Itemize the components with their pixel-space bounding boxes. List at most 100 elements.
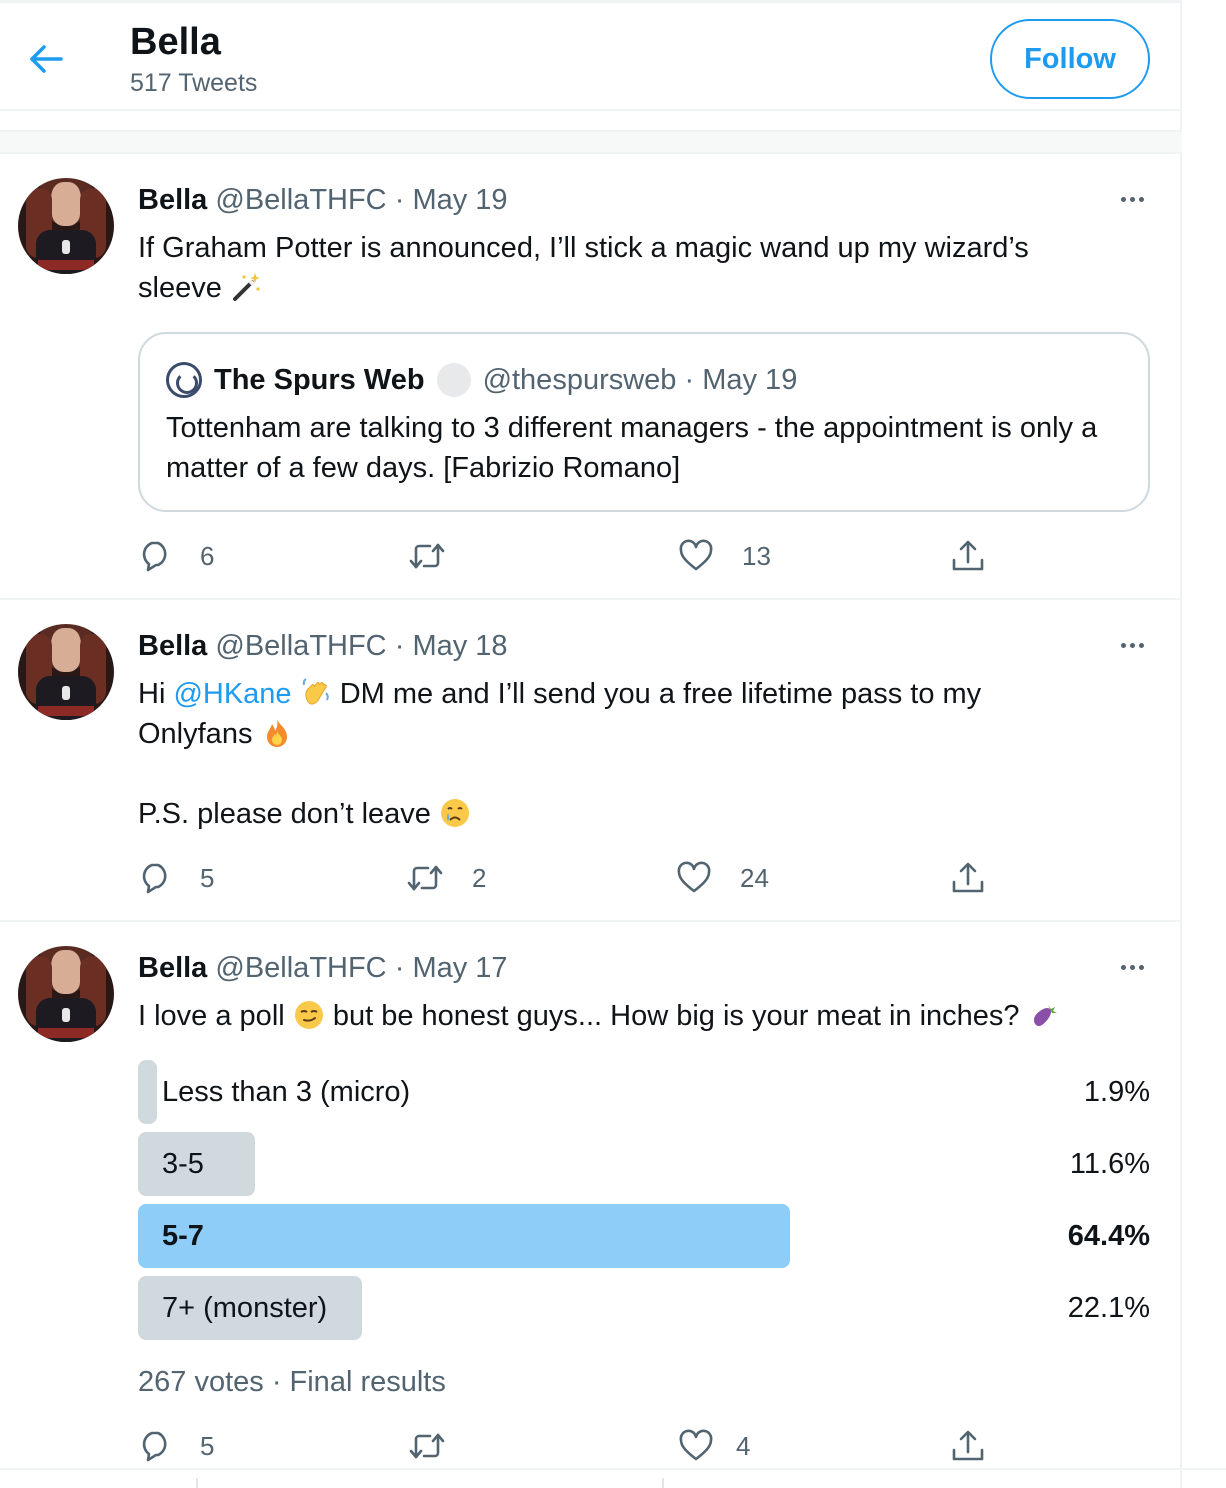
tweet-text-part: Onlyfans xyxy=(138,718,253,750)
tweet-header: Bella @BellaTHFC · May 18 xyxy=(138,630,508,663)
heart-icon xyxy=(677,861,711,893)
poll-option-percent: 11.6% xyxy=(1069,1148,1150,1180)
tweet-count: 517 Tweets xyxy=(130,69,258,97)
share-button[interactable] xyxy=(950,856,986,900)
follow-button[interactable]: Follow xyxy=(990,19,1150,99)
tweet-handle[interactable]: @BellaTHFC xyxy=(215,630,386,662)
poll-footer: 267 votes · Final results xyxy=(138,1366,446,1398)
poll-option-label: 7+ (monster) xyxy=(162,1292,328,1324)
eggplant-emoji xyxy=(1028,999,1060,1031)
like-button[interactable]: 24 xyxy=(676,856,769,900)
tweet-text: I love a poll but be honest guys... How … xyxy=(138,996,1148,1036)
reply-button[interactable]: 6 xyxy=(138,534,214,578)
dot-icon xyxy=(1120,196,1126,202)
more-options-button[interactable] xyxy=(1112,630,1152,660)
heart-icon xyxy=(679,1429,713,1461)
reply-button[interactable]: 5 xyxy=(138,856,214,900)
tweet-header: Bella @BellaTHFC · May 19 xyxy=(138,184,508,217)
divider-tick xyxy=(662,1478,664,1488)
crying-face-emoji xyxy=(439,797,471,829)
tweet-actions: 6 13 xyxy=(0,534,1182,578)
dot-icon xyxy=(1138,196,1144,202)
tweet-text-part: but be honest guys... How big is your me… xyxy=(332,1000,1020,1032)
share-icon xyxy=(952,540,984,571)
poll-option-percent: 1.9% xyxy=(1083,1076,1150,1108)
reply-count: 5 xyxy=(200,862,215,893)
magic-wand-emoji xyxy=(230,271,262,303)
retweet-icon xyxy=(409,1433,445,1459)
tweet[interactable]: Bella @BellaTHFC · May 17 I love a poll … xyxy=(0,922,1182,1468)
like-button[interactable]: 13 xyxy=(678,534,771,578)
share-button[interactable] xyxy=(950,534,986,578)
more-options-button[interactable] xyxy=(1112,184,1152,214)
separator-dot: · xyxy=(394,952,405,984)
tweet-date[interactable]: May 19 xyxy=(412,184,507,216)
dot-icon xyxy=(1129,642,1135,648)
tweet-date[interactable]: May 18 xyxy=(412,630,507,662)
retweet-button[interactable] xyxy=(408,1424,474,1468)
dot-icon xyxy=(1129,196,1135,202)
poll-option-label: 3-5 xyxy=(162,1148,204,1180)
tweet-text-part: Hi xyxy=(138,678,166,710)
more-options-button[interactable] xyxy=(1112,952,1152,982)
poll-option-winner: 5-7 64.4% xyxy=(138,1204,1150,1268)
tweet-header: Bella @BellaTHFC · May 17 xyxy=(138,952,508,985)
poll-option-percent: 22.1% xyxy=(1067,1292,1150,1324)
poll-option: 3-5 11.6% xyxy=(138,1132,1150,1196)
heart-icon xyxy=(679,539,713,571)
reply-count: 6 xyxy=(200,540,215,571)
arrow-left-icon xyxy=(30,45,63,73)
reply-count: 5 xyxy=(200,1430,215,1461)
tweet-text-part: I love a poll xyxy=(138,1000,285,1032)
poll-option-label: Less than 3 (micro) xyxy=(162,1076,411,1108)
dot-icon xyxy=(1138,964,1144,970)
verified-badge-icon xyxy=(436,363,471,397)
reply-button[interactable]: 5 xyxy=(138,1424,214,1468)
tweet-display-name[interactable]: Bella xyxy=(138,952,207,984)
quoted-tweet[interactable]: The Spurs Web @thespursweb · May 19 Tott… xyxy=(138,332,1150,512)
tweet-display-name[interactable]: Bella xyxy=(138,630,207,662)
tweet-actions: 5 4 xyxy=(0,1424,1182,1468)
tweet-text: Hi @HKane DM me and I’ll send you a free… xyxy=(138,674,1138,834)
tweet-text-line: sleeve xyxy=(138,272,222,304)
poll-option: Less than 3 (micro) 1.9% xyxy=(138,1060,1150,1124)
avatar[interactable] xyxy=(18,624,114,720)
quoted-date: May 19 xyxy=(702,363,798,396)
dot-icon xyxy=(1120,964,1126,970)
like-button[interactable]: 4 xyxy=(678,1424,750,1468)
tweet[interactable]: Bella @BellaTHFC · May 18 Hi @HKane DM m… xyxy=(0,600,1182,922)
section-divider xyxy=(0,130,1182,154)
quoted-display-name: The Spurs Web xyxy=(214,363,425,396)
tweet-display-name[interactable]: Bella xyxy=(138,184,207,216)
like-count: 24 xyxy=(740,862,769,893)
tweet-actions: 5 2 24 xyxy=(0,856,1182,900)
retweet-icon xyxy=(409,543,445,569)
retweet-button[interactable] xyxy=(408,534,474,578)
share-icon xyxy=(952,862,984,893)
tweet-text-part: P.S. please don’t leave xyxy=(138,798,431,830)
separator-dot: · xyxy=(394,184,405,216)
share-icon xyxy=(952,1430,984,1461)
retweet-icon xyxy=(407,865,443,891)
mention-link[interactable]: @HKane xyxy=(173,678,291,710)
retweet-count: 2 xyxy=(472,862,487,893)
avatar[interactable] xyxy=(18,946,114,1042)
poll-bar xyxy=(138,1204,790,1268)
tweet-text-part: DM me and I’ll send you a free lifetime … xyxy=(339,678,982,710)
separator-dot: · xyxy=(676,363,703,396)
smirking-face-emoji xyxy=(293,999,325,1031)
tweet-handle[interactable]: @BellaTHFC xyxy=(215,184,386,216)
tweet-date[interactable]: May 17 xyxy=(412,952,507,984)
share-button[interactable] xyxy=(950,1424,986,1468)
separator-dot: · xyxy=(394,630,405,662)
tweet[interactable]: Bella @BellaTHFC · May 19 If Graham Pott… xyxy=(0,154,1182,600)
back-button[interactable] xyxy=(26,39,66,79)
quoted-handle: @thespursweb xyxy=(482,363,677,396)
avatar[interactable] xyxy=(18,178,114,274)
tweet-handle[interactable]: @BellaTHFC xyxy=(215,952,386,984)
spurs-web-logo-icon xyxy=(166,362,202,398)
profile-header: Bella 517 Tweets Follow xyxy=(0,3,1182,111)
fire-emoji xyxy=(261,717,293,749)
reply-icon xyxy=(142,541,167,572)
retweet-button[interactable]: 2 xyxy=(406,856,486,900)
